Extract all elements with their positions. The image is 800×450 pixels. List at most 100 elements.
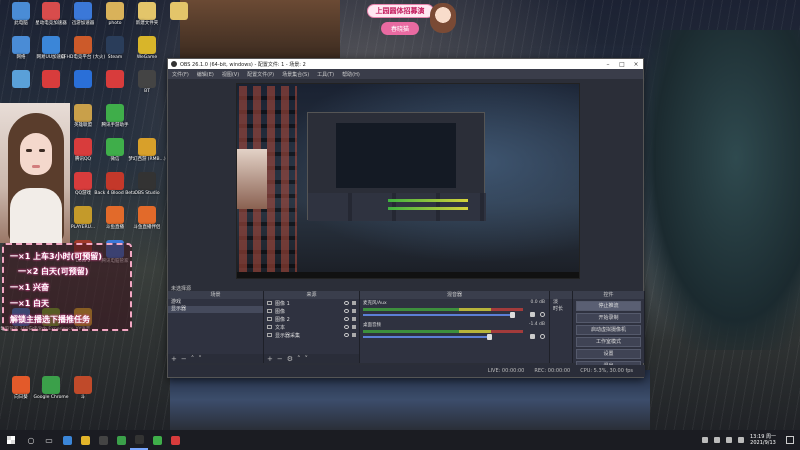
obs-titlebar[interactable]: OBS 26.1.0 (64-bit, windows) - 配置文件: 1 -…	[168, 59, 643, 69]
desktop-icon[interactable]: CFHD电竞平台 (大火)	[61, 36, 105, 70]
control-button[interactable]: 启动虚拟摄像机	[576, 325, 641, 335]
desktop-icon[interactable]: Back 4 Blood Beta	[94, 172, 136, 206]
network-icon[interactable]	[714, 437, 720, 443]
menu-item[interactable]: 编辑(E)	[197, 71, 214, 78]
menu-item[interactable]: 文件(F)	[172, 71, 189, 78]
desktop-icon[interactable]: 斗鱼直播	[100, 206, 130, 240]
volume-slider[interactable]	[363, 312, 515, 318]
control-button[interactable]: 工作室模式	[576, 337, 641, 347]
desktop-icon[interactable]: 网易UU加速器	[36, 36, 66, 70]
minimize-icon[interactable]: –	[601, 61, 615, 68]
lock-icon[interactable]	[352, 325, 356, 329]
control-button[interactable]: 设置	[576, 349, 641, 359]
taskbar-app-red-app[interactable]	[166, 430, 184, 450]
maximize-icon[interactable]: □	[615, 61, 629, 68]
taskbar-app-folder[interactable]	[76, 430, 94, 450]
desktop-icon[interactable]: 腾讯手游助手	[100, 104, 130, 138]
remove-icon[interactable]: −	[181, 355, 187, 363]
desktop-icon[interactable]: photo	[100, 2, 130, 36]
desktop-icon[interactable]: PLAYERU...	[68, 206, 98, 240]
desktop-icon[interactable]: 微信	[100, 138, 130, 172]
desktop-icon[interactable]: 新建文件夹	[132, 2, 162, 36]
desktop-icon[interactable]: 斗鱼直播伴侣	[132, 206, 162, 240]
visibility-icon[interactable]	[344, 309, 349, 313]
visibility-icon[interactable]	[344, 301, 349, 305]
taskbar-app-obs[interactable]	[130, 430, 148, 450]
slider-knob[interactable]	[510, 312, 515, 318]
move-down-icon[interactable]: ˅	[198, 355, 202, 363]
desktop-icon[interactable]: Google Chrome	[34, 376, 68, 410]
move-up-icon[interactable]: ˄	[297, 355, 301, 363]
gear-icon[interactable]	[540, 312, 545, 317]
desktop-icon[interactable]: 星动电竞加速器	[35, 2, 67, 36]
lock-icon[interactable]	[352, 333, 356, 337]
taskbar-app-wechat[interactable]	[148, 430, 166, 450]
desktop-icon[interactable]	[36, 70, 66, 104]
volume-icon[interactable]	[726, 437, 732, 443]
clock[interactable]: 13:19 周一 2021/9/13	[750, 434, 776, 446]
source-item[interactable]: 图像	[264, 307, 359, 315]
volume-slider[interactable]	[363, 334, 492, 340]
desktop-icon[interactable]	[6, 70, 36, 104]
lock-icon[interactable]	[352, 317, 356, 321]
lock-icon[interactable]	[352, 309, 356, 313]
menu-item[interactable]: 帮助(H)	[342, 71, 360, 78]
desktop-icon[interactable]: OBS Studio	[132, 172, 162, 206]
menu-item[interactable]: 工具(T)	[317, 71, 334, 78]
obs-window[interactable]: OBS 26.1.0 (64-bit, windows) - 配置文件: 1 -…	[167, 58, 645, 378]
desktop-icon[interactable]: BT	[132, 70, 162, 104]
control-button[interactable]: 停止推流	[576, 301, 641, 311]
move-up-icon[interactable]: ˄	[191, 355, 195, 363]
taskbar-app-chrome[interactable]	[112, 430, 130, 450]
chevron-up-icon[interactable]	[702, 437, 708, 443]
lock-icon[interactable]	[352, 301, 356, 305]
gear-icon[interactable]: ⚙	[287, 355, 293, 363]
control-button[interactable]: 开始录制	[576, 313, 641, 323]
menu-item[interactable]: 场景集合(S)	[282, 71, 309, 78]
menu-item[interactable]: 配置文件(P)	[247, 71, 274, 78]
transition-duration[interactable]: 时长	[550, 306, 572, 313]
slider-knob[interactable]	[487, 334, 492, 340]
scene-item[interactable]: 显示器	[168, 306, 263, 313]
notification-icon[interactable]	[786, 436, 794, 444]
desktop-icon[interactable]: QQ游戏	[68, 172, 98, 206]
remove-icon[interactable]: −	[277, 355, 283, 363]
desktop-icon[interactable]: 梦幻西游 (RMB...)	[128, 138, 166, 172]
visibility-icon[interactable]	[344, 325, 349, 329]
desktop-icon[interactable]: 向日葵	[6, 376, 36, 410]
obs-preview[interactable]	[236, 83, 580, 279]
desktop-icon[interactable]: 英雄联盟	[68, 104, 98, 138]
desktop-icon[interactable]	[164, 2, 194, 36]
task-view-button[interactable]: ▭	[40, 430, 58, 450]
desktop-icon[interactable]	[100, 70, 130, 104]
speaker-icon[interactable]	[530, 334, 535, 339]
gear-icon[interactable]	[540, 334, 545, 339]
source-item[interactable]: 显示器采集	[264, 331, 359, 339]
desktop-icon[interactable]: 斗	[68, 376, 98, 410]
add-icon[interactable]: +	[267, 355, 273, 363]
desktop-icon[interactable]: WeGame	[132, 36, 162, 70]
source-item[interactable]: 图像 2	[264, 315, 359, 323]
desktop-icon[interactable]: 此电脑	[6, 2, 36, 36]
desktop-icon[interactable]	[68, 70, 98, 104]
source-item[interactable]: 文本	[264, 323, 359, 331]
scene-item[interactable]: 游戏	[168, 299, 263, 306]
taskbar-app-store[interactable]	[94, 430, 112, 450]
taskbar-app-edge[interactable]	[58, 430, 76, 450]
visibility-icon[interactable]	[344, 333, 349, 337]
start-button[interactable]	[0, 430, 22, 450]
close-icon[interactable]: ×	[629, 61, 643, 68]
desktop-icon[interactable]: 网络	[6, 36, 36, 70]
transition-fade[interactable]: 淡	[550, 299, 572, 306]
add-icon[interactable]: +	[171, 355, 177, 363]
visibility-icon[interactable]	[344, 317, 349, 321]
desktop-icon[interactable]: Steam	[100, 36, 130, 70]
search-button[interactable]: ○	[22, 430, 40, 450]
desktop-icon[interactable]: 迅游加速器	[68, 2, 98, 36]
desktop-icon[interactable]: 腾讯QQ	[68, 138, 98, 172]
move-down-icon[interactable]: ˅	[305, 355, 309, 363]
speaker-icon[interactable]	[530, 312, 535, 317]
ime-icon[interactable]	[738, 437, 744, 443]
source-item[interactable]: 图像 1	[264, 299, 359, 307]
menu-item[interactable]: 视图(V)	[222, 71, 239, 78]
